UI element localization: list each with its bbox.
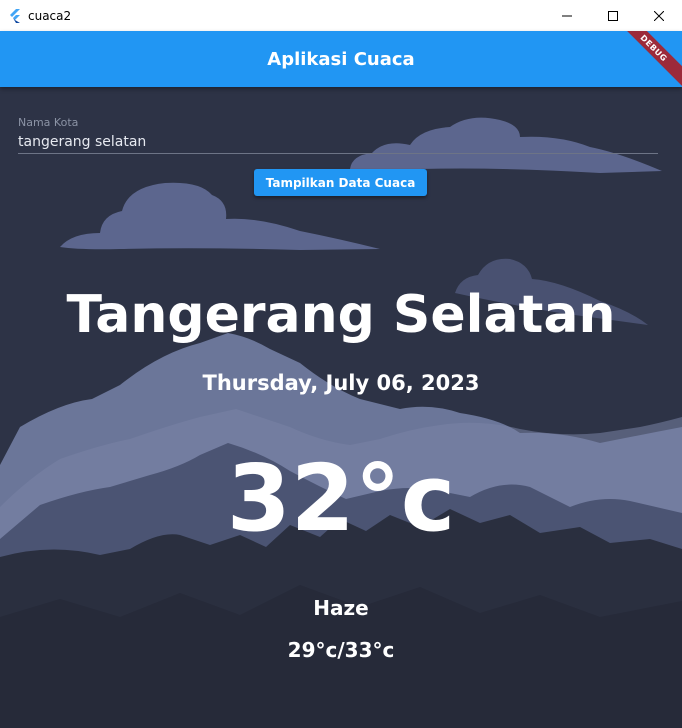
weather-content: Nama Kota Tampilkan Data Cuaca Tangerang… xyxy=(0,87,682,728)
debug-banner: DEBUG xyxy=(610,31,682,87)
app-window: cuaca2 Aplikasi Cuaca DEBUG Nama Kota ta… xyxy=(0,0,682,728)
app-bar: Aplikasi Cuaca DEBUG xyxy=(0,31,682,87)
maximize-button[interactable] xyxy=(590,0,636,31)
window-controls xyxy=(544,0,682,31)
app-bar-title: Aplikasi Cuaca xyxy=(267,48,415,70)
minimize-icon xyxy=(562,6,572,25)
city-input[interactable] xyxy=(18,131,658,154)
window-titlebar[interactable]: cuaca2 xyxy=(0,0,682,31)
weather-description: Haze xyxy=(313,596,369,620)
city-name: Tangerang Selatan xyxy=(66,285,616,345)
current-temperature: 32°c xyxy=(226,445,456,552)
window-title: cuaca2 xyxy=(28,8,72,23)
flutter-logo-icon xyxy=(9,8,23,23)
city-field-label: Nama Kota xyxy=(18,116,79,129)
show-weather-button[interactable]: Tampilkan Data Cuaca xyxy=(254,169,427,196)
temperature-range: 29°c/33°c xyxy=(287,638,395,662)
weather-date: Thursday, July 06, 2023 xyxy=(202,371,480,395)
close-icon xyxy=(653,6,665,25)
maximize-icon xyxy=(608,6,618,25)
minimize-button[interactable] xyxy=(544,0,590,31)
close-button[interactable] xyxy=(636,0,682,31)
